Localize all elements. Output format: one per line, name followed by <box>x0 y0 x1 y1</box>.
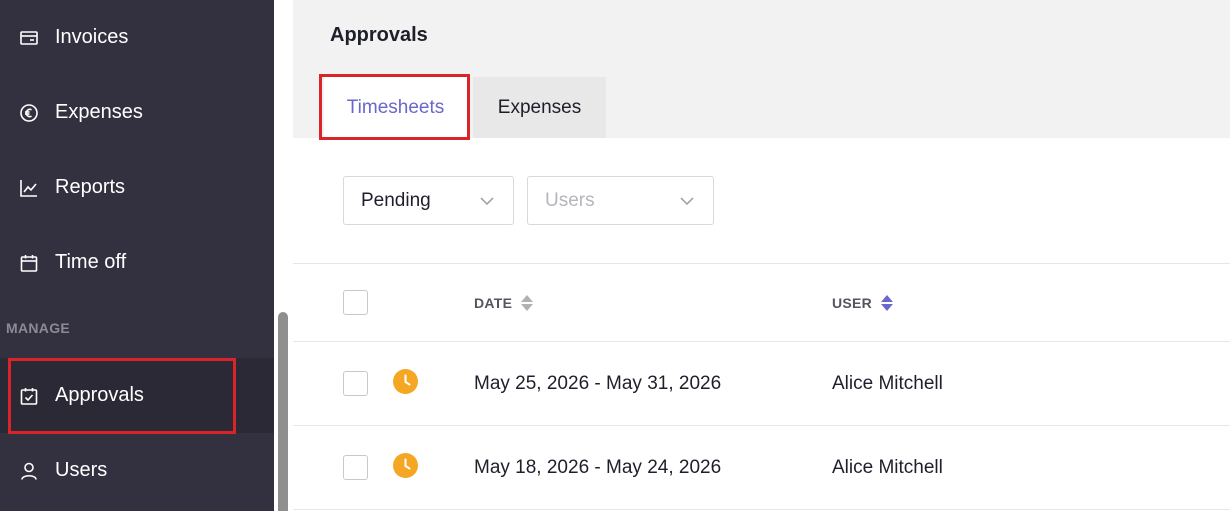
sidebar-item-reports[interactable]: Reports <box>0 150 274 225</box>
sidebar-item-users[interactable]: Users <box>0 433 274 508</box>
row-user: Alice Mitchell <box>832 457 943 478</box>
row-date: May 18, 2026 - May 24, 2026 <box>474 457 722 478</box>
row-checkbox[interactable] <box>343 371 368 396</box>
sidebar: Invoices Expenses Reports Time off MANAG… <box>0 0 274 511</box>
row-date: May 25, 2026 - May 31, 2026 <box>474 373 722 394</box>
status-filter-select[interactable]: Pending <box>343 176 514 225</box>
sidebar-item-label: Expenses <box>55 101 143 123</box>
euro-icon <box>18 102 40 124</box>
scrollbar-thumb[interactable] <box>278 312 288 511</box>
calendar-icon <box>18 252 40 274</box>
sort-icon <box>881 295 894 311</box>
column-header-user[interactable]: USER <box>832 295 894 311</box>
chevron-down-icon <box>679 193 695 209</box>
sidebar-item-invoices[interactable]: Invoices <box>0 0 274 75</box>
column-header-date[interactable]: DATE <box>474 295 534 311</box>
users-filter-select[interactable]: Users <box>527 176 714 225</box>
main-content: Approvals Timesheets Expenses Pending Us… <box>293 0 1230 511</box>
sidebar-item-label: Users <box>55 459 108 481</box>
pending-clock-icon <box>393 453 418 478</box>
section-label-manage: MANAGE <box>6 320 71 336</box>
row-checkbox[interactable] <box>343 455 368 480</box>
sidebar-item-approvals[interactable]: Approvals <box>0 358 274 433</box>
divider <box>293 425 1230 426</box>
sidebar-item-time-off[interactable]: Time off <box>0 225 274 300</box>
page-title: Approvals <box>330 24 428 46</box>
divider <box>293 509 1230 510</box>
chevron-down-icon <box>479 193 495 209</box>
calendar-check-icon <box>18 385 40 407</box>
status-filter-value: Pending <box>361 189 431 211</box>
sort-icon <box>521 295 534 311</box>
divider <box>293 263 1230 264</box>
sidebar-item-label: Approvals <box>55 384 144 406</box>
sidebar-item-label: Invoices <box>55 26 129 48</box>
row-user: Alice Mitchell <box>832 373 943 394</box>
users-filter-placeholder: Users <box>545 189 595 211</box>
user-icon <box>18 460 40 482</box>
select-all-checkbox[interactable] <box>343 290 368 315</box>
tab-timesheets[interactable]: Timesheets <box>324 77 467 138</box>
divider <box>293 341 1230 342</box>
pending-clock-icon <box>393 369 418 394</box>
page-header: Approvals Timesheets Expenses <box>293 0 1230 138</box>
sidebar-item-label: Reports <box>55 176 126 198</box>
sidebar-item-label: Time off <box>55 251 127 273</box>
sidebar-item-expenses[interactable]: Expenses <box>0 75 274 150</box>
chart-line-icon <box>18 177 40 199</box>
tab-expenses[interactable]: Expenses <box>473 77 606 138</box>
invoice-icon <box>18 27 40 49</box>
